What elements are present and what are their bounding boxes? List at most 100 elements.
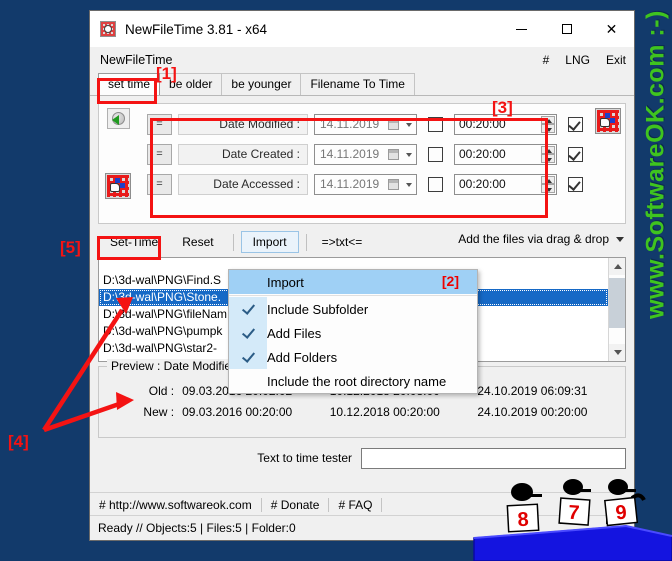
date-accessed-time-input[interactable]: 00:20:00 (454, 173, 557, 195)
annotation-marker-4: [4] (8, 432, 29, 451)
date-created-time-stepper[interactable] (541, 145, 555, 163)
scroll-up-icon[interactable] (609, 258, 625, 275)
menu-item-include-subfolder[interactable]: Include Subfolder (229, 297, 477, 321)
link-faq[interactable]: # FAQ (329, 498, 381, 512)
menu-gutter (229, 321, 267, 345)
menu-item-add-files-label: Add Files (267, 325, 322, 341)
reset-button[interactable]: Reset (170, 231, 226, 253)
calendar-clock-icon (100, 21, 116, 37)
calendar-icon (388, 178, 399, 190)
menu-item-include-root-directory-name[interactable]: Include the root directory name (229, 369, 477, 393)
preview-new-value-1: 09.03.2016 00:20:00 (182, 405, 293, 419)
annotation-marker-1: [1] (156, 64, 177, 83)
preview-old-label: Old : (148, 384, 175, 398)
date-created-time-input[interactable]: 00:20:00 (454, 143, 557, 165)
annotation-marker-5: [5] (60, 238, 81, 257)
add-files-dropdown-label: Add the files via drag & drop (458, 232, 609, 246)
preview-old-value-3: 24.10.2019 06:09:31 (477, 384, 588, 398)
menu-hash[interactable]: # (543, 53, 550, 67)
import-button[interactable]: Import (240, 231, 299, 253)
link-website[interactable]: # http://www.softwareok.com (90, 498, 261, 512)
import-dropdown-menu[interactable]: Import [2] Include Subfolder Add Files A… (228, 269, 478, 394)
menu-item-import[interactable]: Import [2] (229, 270, 477, 294)
date-accessed-enabled-checkbox[interactable] (568, 176, 583, 192)
tab-filename-to-time[interactable]: Filename To Time (300, 73, 415, 95)
menu-item-add-folders-label: Add Folders (267, 349, 338, 365)
calendar-icon (388, 118, 399, 130)
date-fields-panel: = Date Modified : 14.11.2019 00:20:00 = … (98, 103, 626, 224)
menu-gutter (229, 369, 267, 393)
date-accessed-row: = Date Accessed : 14.11.2019 00:20:00 (147, 172, 583, 196)
menu-exit[interactable]: Exit (606, 53, 626, 67)
date-created-enabled-checkbox[interactable] (568, 146, 583, 162)
chevron-down-icon (406, 122, 412, 127)
date-accessed-date-input[interactable]: 14.11.2019 (314, 173, 417, 195)
maximize-icon (561, 24, 572, 34)
check-icon (241, 325, 255, 339)
txt-export-button[interactable]: =>txt<= (314, 235, 371, 249)
watermark-text: www.SoftwareOK.com :-) (641, 10, 670, 319)
chevron-down-icon (406, 182, 412, 187)
menu-language[interactable]: LNG (565, 53, 590, 67)
minimize-button[interactable] (499, 11, 544, 47)
toolbar-divider (305, 233, 307, 251)
text-to-time-tester-input[interactable] (361, 447, 626, 469)
menu-item-include-root-directory-name-label: Include the root directory name (267, 373, 447, 389)
date-modified-label: Date Modified : (178, 113, 308, 135)
set-time-button[interactable]: Set-Time (98, 231, 171, 253)
scrollbar-thumb[interactable] (609, 278, 625, 328)
menu-item-add-files[interactable]: Add Files (229, 321, 477, 345)
date-modified-enabled-checkbox[interactable] (568, 116, 583, 132)
date-created-time-value: 00:20:00 (459, 147, 506, 161)
annotation-marker-2: [2] (441, 273, 459, 289)
close-button[interactable]: ✕ (589, 11, 634, 47)
file-list-scrollbar[interactable] (608, 258, 625, 361)
preview-new-label: New : (143, 405, 175, 419)
menu-item-include-subfolder-label: Include Subfolder (267, 301, 369, 317)
grid-cursor-button-right[interactable] (595, 108, 621, 134)
grid-cursor-button-left[interactable] (105, 173, 131, 199)
window-title: NewFileTime 3.81 - x64 (125, 21, 268, 37)
scroll-down-icon[interactable] (609, 344, 625, 361)
refresh-button[interactable] (107, 108, 130, 129)
minimize-icon (516, 28, 527, 30)
title-bar: NewFileTime 3.81 - x64 ✕ (90, 11, 634, 47)
annotation-marker-3: [3] (492, 98, 513, 117)
date-modified-equals-button[interactable]: = (147, 113, 172, 135)
menu-item-add-folders[interactable]: Add Folders (229, 345, 477, 369)
chevron-down-icon (406, 152, 412, 157)
date-created-equals-button[interactable]: = (147, 143, 172, 165)
date-created-date-input[interactable]: 14.11.2019 (314, 143, 417, 165)
date-accessed-equals-button[interactable]: = (147, 173, 172, 195)
preview-new-value-2: 10.12.2018 00:20:00 (329, 405, 440, 419)
date-modified-date-input[interactable]: 14.11.2019 (314, 113, 417, 135)
maximize-button[interactable] (544, 11, 589, 47)
toolbar-divider (232, 233, 234, 251)
date-created-date-checkbox[interactable] (428, 146, 443, 162)
menu-gutter (229, 270, 267, 294)
date-modified-time-stepper[interactable] (541, 115, 555, 133)
tab-set-time[interactable]: set time (98, 73, 161, 95)
date-created-date-value: 14.11.2019 (320, 147, 380, 161)
date-modified-date-checkbox[interactable] (428, 116, 443, 132)
add-files-dropdown[interactable]: Add the files via drag & drop (458, 232, 624, 246)
text-to-time-tester-label: Text to time tester (257, 451, 352, 465)
link-donate[interactable]: # Donate (262, 498, 329, 512)
action-toolbar: Set-Time Reset Import =>txt<= Add the fi… (98, 229, 626, 255)
date-accessed-date-checkbox[interactable] (428, 176, 443, 192)
grid-cursor-icon (595, 108, 621, 134)
status-bar: Ready // Objects:5 | Files:5 | Folder:0 (90, 515, 634, 540)
link-divider (381, 497, 383, 512)
date-accessed-time-stepper[interactable] (541, 175, 555, 193)
check-icon (241, 301, 255, 315)
date-accessed-date-value: 14.11.2019 (320, 177, 380, 191)
tab-be-younger[interactable]: be younger (221, 73, 302, 95)
preview-new-row: New : 09.03.2016 00:20:00 10.12.2018 00:… (135, 405, 617, 419)
date-modified-time-value: 00:20:00 (459, 117, 506, 131)
close-icon: ✕ (605, 20, 618, 37)
refresh-globe-icon (112, 112, 125, 125)
date-created-label: Date Created : (178, 143, 308, 165)
calendar-icon (388, 148, 399, 160)
menu-right-group: # LNG Exit (543, 47, 626, 73)
window-controls: ✕ (499, 11, 634, 47)
